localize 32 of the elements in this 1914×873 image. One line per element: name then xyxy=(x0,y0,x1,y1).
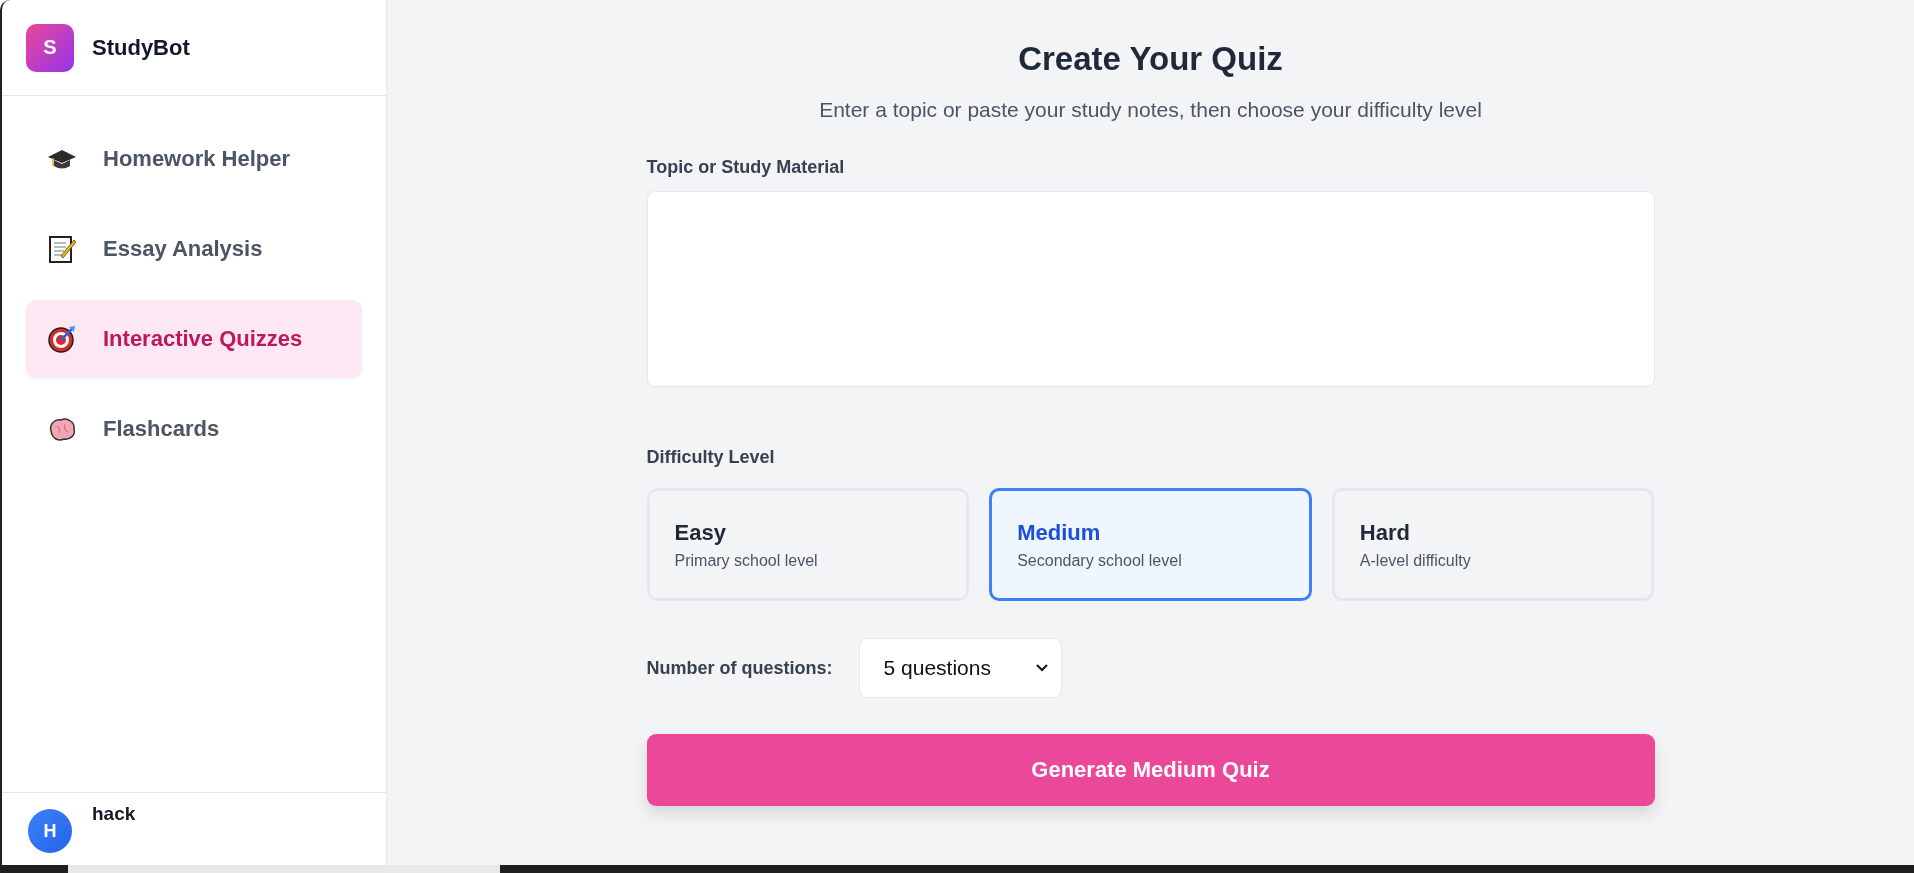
difficulty-name: Easy xyxy=(674,519,727,546)
notepad-icon xyxy=(47,234,77,264)
field-label: Topic or Study Material xyxy=(646,157,846,178)
difficulty-description: Primary school level xyxy=(674,551,819,570)
field-label: Number of questions: xyxy=(646,657,833,679)
generate-button[interactable]: Generate Medium Quiz xyxy=(646,734,1655,806)
nav-item[interactable]: Flashcards xyxy=(26,390,362,468)
difficulty-option[interactable]: Medium Secondary school level xyxy=(989,488,1312,601)
avatar: H xyxy=(28,809,72,853)
logo: S xyxy=(26,23,74,72)
nav-item[interactable]: Essay Analysis xyxy=(26,210,362,288)
nav-label: Flashcards xyxy=(103,416,220,442)
difficulty-description: Secondary school level xyxy=(1017,551,1183,570)
difficulty-description: A-level difficulty xyxy=(1359,551,1472,570)
brand-name: StudyBot xyxy=(92,34,190,61)
nav-item[interactable]: Interactive Quizzes xyxy=(26,300,362,378)
page-subtitle: Enter a topic or paste your study notes, then choose your difficulty level xyxy=(818,98,1483,122)
scrollbar-thumb[interactable] xyxy=(68,865,500,873)
user-name: hack xyxy=(92,803,136,825)
difficulty-name: Medium xyxy=(1017,519,1102,546)
target-icon xyxy=(47,324,77,354)
question-count-select[interactable]: 5 questions xyxy=(858,638,1062,698)
nav-item[interactable]: Homework Helper xyxy=(26,120,362,198)
difficulty-option[interactable]: Easy Primary school level xyxy=(646,488,970,601)
field-label: Difficulty Level xyxy=(646,447,776,468)
difficulty-option[interactable]: Hard A-level difficulty xyxy=(1331,488,1655,601)
topic-input[interactable] xyxy=(646,191,1655,387)
page-title: Create Your Quiz xyxy=(1017,40,1284,78)
difficulty-name: Hard xyxy=(1359,519,1411,546)
nav-label: Homework Helper xyxy=(103,146,291,172)
nav-label: Essay Analysis xyxy=(103,236,263,262)
nav-label: Interactive Quizzes xyxy=(103,326,303,352)
